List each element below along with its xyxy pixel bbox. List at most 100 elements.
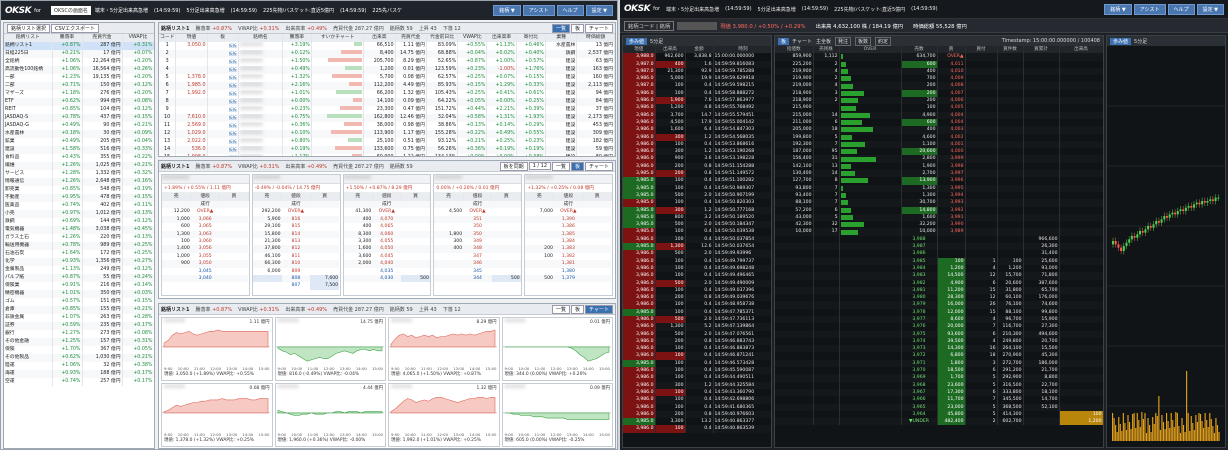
board-row[interactable]: 29,100 815 xyxy=(253,223,339,230)
table-row[interactable]: 1 3,050.0 板板 XXXXXXX +3.19% 66,510 1.11 億円 83.0… xyxy=(159,42,615,50)
board-row[interactable]: 3,600 4,045 xyxy=(344,253,430,260)
screen-tab[interactable]: OKSCの画面名 xyxy=(50,6,91,15)
mini-chart-card[interactable]: XXXXXXX 0.09 億円 9:00 10:00 11:00 12:00 13:00 14… xyxy=(501,383,613,447)
ask-row[interactable]: 859,900 1,112 634,700 OVER▲ xyxy=(775,53,1103,61)
bid-row[interactable]: 3,971 1,800 3 272,700 186,000 xyxy=(775,359,1103,368)
col-header[interactable]: 騰落率 xyxy=(52,34,83,42)
list-item[interactable]: 医薬品 +0.74% 402 億円 +0.11% xyxy=(4,202,154,210)
assist-button[interactable]: アシスト xyxy=(1133,3,1166,15)
list-item[interactable]: 化学 +0.93% 1,356 億円 +0.27% xyxy=(4,258,154,266)
col-header[interactable]: 現値 xyxy=(175,34,208,42)
col-header[interactable]: 時価総額 xyxy=(576,34,615,42)
candlestick-chart[interactable] xyxy=(1107,46,1225,446)
list-item[interactable]: 電気機器 +1.48% 3,038 億円 +0.45% xyxy=(4,226,154,234)
board-row[interactable]: 1,000 3,066 xyxy=(162,215,249,224)
list-item[interactable]: 石油石炭 +1.64% 172 億円 +0.25% xyxy=(4,250,154,258)
mini-chart-card[interactable]: XXXXXXX 0.08 億円 9:00 10:00 11:00 12:00 13:00 14… xyxy=(161,383,273,447)
ask-row[interactable]: 215,000 14 4,900 4,004 xyxy=(775,111,1103,119)
csv-export-button[interactable]: CSVエクスポート xyxy=(51,23,99,33)
list-item[interactable]: 一部 +1.23% 19,135 億円 +0.20% xyxy=(4,74,154,82)
help-button[interactable]: ヘルプ xyxy=(1167,3,1195,15)
mini-chart-card[interactable]: XXXXXXX 4.44 億円 9:00 10:00 11:00 12:00 13:00 14… xyxy=(274,383,386,447)
list-item[interactable]: 全銘柄 +1.06% 22,264 億円 +0.20% xyxy=(4,58,154,66)
board-card[interactable]: XXXXXXXX -0.49% / -0.04% / 14.75 億円売値段買成行… xyxy=(251,174,341,296)
tab-chart[interactable]: チャート xyxy=(585,304,613,314)
tab-full-board[interactable]: 主全板 xyxy=(816,38,831,45)
board-row[interactable]: 1,386 xyxy=(525,223,611,230)
bid-row[interactable]: 3,966 11,700 7 345,500 14,700 xyxy=(775,396,1103,404)
list-item[interactable]: 卸売業 +0.85% 548 億円 +0.19% xyxy=(4,186,154,194)
col-header[interactable]: 銘柄名 xyxy=(238,34,283,42)
bid-row[interactable]: 3,972 6,800 18 270,900 45,300 xyxy=(775,352,1103,360)
list-item[interactable]: 小売 +0.97% 1,012 億円 +0.13% xyxy=(4,210,154,218)
col-header[interactable]: VWAP比 xyxy=(457,34,488,42)
board-row[interactable]: 12,200 OVER▲ xyxy=(162,208,248,215)
table-row[interactable]: 4 板板 XXXXXXX +0.49% 1,200 0.01 億円 123.59% +0.23… xyxy=(159,66,615,74)
col-header[interactable]: 代金前日比 xyxy=(426,34,459,42)
table-row[interactable]: 13 2,022.0 板板 XXXXXXX +0.80% 25,100 0.51 億円 93.… xyxy=(159,138,615,146)
bid-row[interactable]: 3,979 16,000 26 76,100 74,600 xyxy=(775,301,1103,309)
board-row[interactable]: 1,385 xyxy=(525,230,612,239)
settings-button[interactable]: 設定 ▼ xyxy=(1196,3,1224,15)
bid-row[interactable]: 3,964 45,800 5 414,300 100 xyxy=(775,410,1103,419)
list-item[interactable]: パルプ紙 +0.87% 55 億円 +0.24% xyxy=(4,274,154,282)
board-row[interactable]: 100 1,382 xyxy=(525,253,611,260)
tab-board[interactable]: 板 xyxy=(778,37,790,45)
board-row[interactable]: 8,300 4,060 xyxy=(343,230,430,239)
ask-row[interactable]: 218,900 2 200 4,006 xyxy=(775,97,1103,105)
table-row[interactable]: 8 板板 XXXXXXX +0.00% 14,100 0.09 億円 64.22% +0.05… xyxy=(159,98,615,106)
ask-row[interactable]: 57,200 6 14,800 3,992 xyxy=(775,206,1103,214)
col-header[interactable]: すいかチャート xyxy=(311,34,365,42)
list-item[interactable]: 情報通信 +1.26% 2,648 億円 +0.16% xyxy=(4,178,154,186)
board-row[interactable]: 3,045 xyxy=(162,268,248,275)
list-item[interactable]: ゴム +0.57% 151 億円 +0.15% xyxy=(4,298,154,306)
table-row[interactable]: 3 板板 XXXXXXX +1.50% 205,700 8.29 億円 52.65% +0.8… xyxy=(159,58,615,66)
table-row[interactable]: 10 7,610.0 板板 XXXXXXX +0.75% 162,800 12.46 億円 3… xyxy=(159,114,615,122)
col-header[interactable]: 寄付比 xyxy=(516,34,546,42)
bid-row[interactable]: 3,982 4,900 6 20,600 387,600 xyxy=(775,279,1103,287)
ask-row[interactable]: 219,900 2 700 4,009 xyxy=(775,75,1103,83)
ask-row[interactable]: 225,200 2 600 4,011 xyxy=(775,60,1103,68)
col-header[interactable]: 売買代金 xyxy=(395,34,427,42)
board-row[interactable]: 4,035 xyxy=(344,268,430,275)
board-row[interactable]: 4,500 OVER▲ xyxy=(434,208,520,215)
bid-row[interactable]: 3,974 39,500 4 249,800 20,700 xyxy=(775,337,1103,346)
ask-row[interactable]: 215,900 100 4,005 xyxy=(775,104,1103,112)
list-item[interactable]: 空運 +0.74% 257 億円 +0.17% xyxy=(4,378,154,386)
bid-row[interactable]: 3,986 31,400 xyxy=(775,250,1103,258)
bid-row[interactable]: 3,985 100 1 100 25,600 xyxy=(775,257,1103,265)
list-item[interactable]: 建設 +1.58% 516 億円 +0.33% xyxy=(4,146,154,154)
board-row[interactable]: 100 3,060 xyxy=(162,238,248,245)
board-row[interactable]: 1,380 xyxy=(525,268,611,275)
settings-button[interactable]: 設定 ▼ xyxy=(585,5,613,16)
tab-list[interactable]: 一覧 xyxy=(552,161,571,171)
list-item[interactable]: サービス +1.28% 1,332 億円 +0.32% xyxy=(4,170,154,178)
list-item[interactable]: ETF +0.62% 994 億円 +0.08% xyxy=(4,98,154,106)
list-item[interactable]: 不動産 +0.95% 478 億円 +0.15% xyxy=(4,194,154,202)
board-row[interactable]: 3,040 xyxy=(162,275,249,283)
ask-row[interactable]: 43,000 5 1,600 3,991 xyxy=(775,213,1103,222)
board-row[interactable]: 400 348 xyxy=(434,245,521,253)
list-item[interactable]: 証券 +0.59% 235 億円 +0.17% xyxy=(4,322,154,330)
bid-row[interactable]: 3,969 1,700 5 292,900 8,800 xyxy=(775,374,1103,382)
list-item[interactable]: 海運 +0.93% 188 億円 +0.17% xyxy=(4,370,154,378)
list-item[interactable]: その他製品 +0.62% 1,030 億円 +0.21% xyxy=(4,354,154,362)
ask-row[interactable]: 199,800 5 4,600 4,002 xyxy=(775,133,1103,141)
board-row[interactable]: 4,030 500 xyxy=(343,275,430,283)
board-row[interactable]: 300 349 xyxy=(434,238,520,245)
table-row[interactable]: 12 1,029.0 板板 XXXXXXX +0.10% 113,900 1.17 億円 15… xyxy=(159,130,615,138)
tab-chart[interactable]: チャート xyxy=(792,38,812,45)
mini-chart-card[interactable]: XXXXXXX 8.29 億円 9:00 10:00 11:00 12:00 13:00 14… xyxy=(388,317,500,381)
ask-row[interactable]: 219,900 4 400 4,010 xyxy=(775,67,1103,76)
list-item[interactable]: JASDAQ-S +0.78% 437 億円 +0.15% xyxy=(4,114,154,122)
board-row[interactable]: 6,000 809 xyxy=(253,268,339,275)
board-row[interactable]: 1,390 xyxy=(525,215,612,224)
ask-row[interactable]: 219,000 4 200 4,008 xyxy=(775,82,1103,90)
list-item[interactable]: 鉱業 +0.49% 205 億円 +0.04% xyxy=(4,138,154,146)
list-item[interactable]: 日経225日 +0.21% 17 億円 +0.07% xyxy=(4,50,154,58)
bid-row[interactable]: 3,973 14,300 16 264,100 15,500 xyxy=(775,345,1103,353)
tab-tick[interactable]: 歩み値 xyxy=(626,37,648,45)
ask-row[interactable]: 192,300 7 1,100 4,001 xyxy=(775,140,1103,149)
stock-menu-button[interactable]: 銘柄 ▼ xyxy=(493,5,521,16)
board-row[interactable]: 351 xyxy=(434,215,521,224)
